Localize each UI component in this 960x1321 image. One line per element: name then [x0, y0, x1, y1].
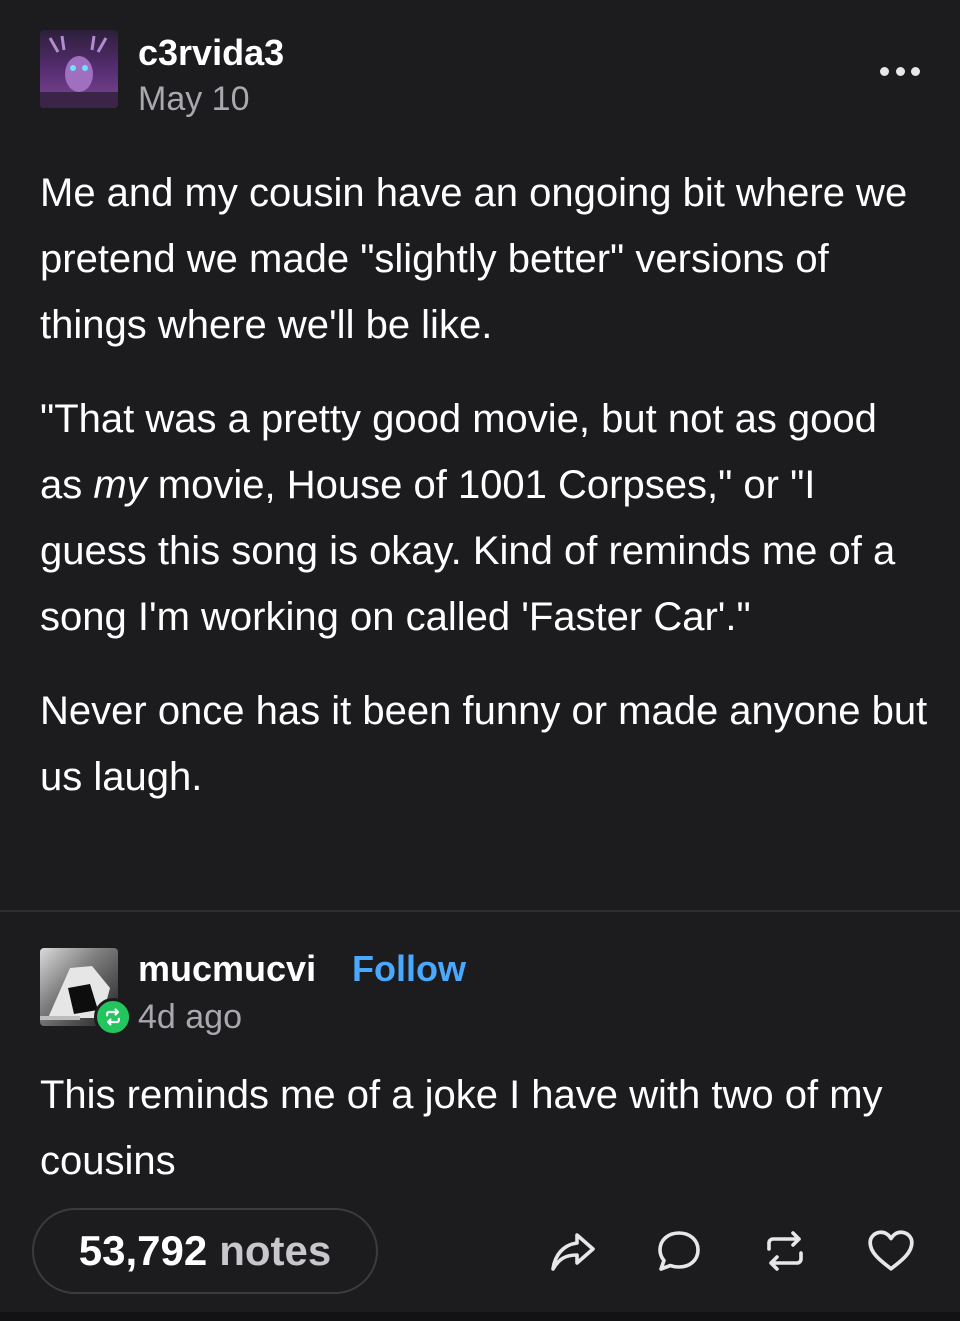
notes-button[interactable]: 53,792 notes	[32, 1208, 378, 1294]
post-header: c3rvida3 May 10	[40, 30, 920, 120]
reblog-time: 4d ago	[138, 998, 242, 1036]
reblogger-username[interactable]: mucmucvi	[138, 948, 316, 990]
post-paragraph: "That was a pretty good movie, but not a…	[40, 397, 896, 639]
more-options-icon[interactable]	[880, 64, 920, 78]
divider	[0, 910, 960, 912]
post-paragraph: Me and my cousin have an ongoing bit whe…	[40, 171, 908, 347]
author-avatar[interactable]	[40, 30, 118, 108]
post-paragraph: Never once has it been funny or made any…	[40, 689, 928, 799]
bottom-edge	[0, 1312, 960, 1321]
reblog-badge-icon	[94, 998, 132, 1036]
notes-count: 53,792	[78, 1227, 208, 1274]
reply-icon[interactable]	[654, 1226, 704, 1276]
post-date: May 10	[138, 80, 250, 118]
reblog-comment: This reminds me of a joke I have with tw…	[40, 1073, 883, 1183]
heart-icon[interactable]	[866, 1226, 916, 1276]
reblog-icon[interactable]	[760, 1226, 810, 1276]
author-username[interactable]: c3rvida3	[138, 32, 284, 74]
follow-button[interactable]: Follow	[352, 948, 466, 990]
post-body: Me and my cousin have an ongoing bit whe…	[40, 160, 930, 838]
share-icon[interactable]	[548, 1226, 598, 1276]
notes-label: notes	[219, 1227, 332, 1274]
tumblr-post: c3rvida3 May 10 Me and my cousin have an…	[0, 0, 960, 1321]
